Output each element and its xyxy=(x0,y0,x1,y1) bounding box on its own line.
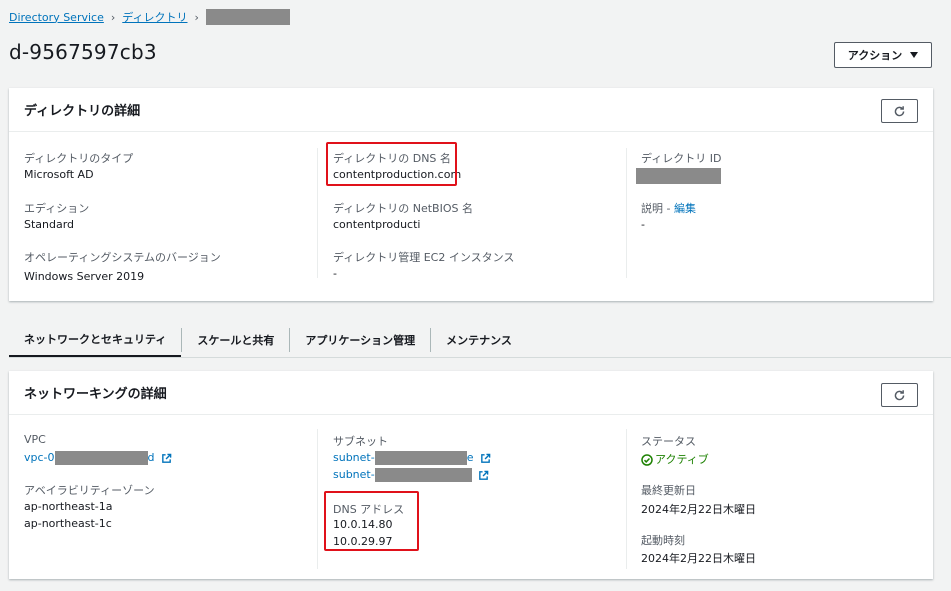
directory-details-header: ディレクトリの詳細 xyxy=(9,88,933,132)
subnet-1-redacted xyxy=(374,451,467,465)
directory-details-title: ディレクトリの詳細 xyxy=(24,104,141,119)
column-divider xyxy=(626,429,627,569)
refresh-icon xyxy=(894,105,905,116)
status-text: アクティブ xyxy=(655,453,709,466)
tab-bar-underline xyxy=(9,357,951,358)
dns-address-1: 10.0.14.80 xyxy=(333,518,393,531)
chevron-right-icon: › xyxy=(110,10,116,24)
subnet-1-suffix[interactable]: e xyxy=(467,451,474,464)
tab-scale-sharing[interactable]: スケールと共有 xyxy=(182,322,289,358)
os-version-label: オペレーティングシステムのバージョン xyxy=(24,251,221,264)
directory-id-redacted xyxy=(636,168,721,184)
edition-value: Standard xyxy=(24,218,75,231)
directory-details-panel: ディレクトリの詳細 ディレクトリのタイプ Microsoft AD エディション… xyxy=(9,88,933,301)
networking-details-panel: ネットワーキングの詳細 VPC vpc-0 d アベイラビリティーゾーン ap-n… xyxy=(9,371,933,579)
directory-type-value: Microsoft AD xyxy=(24,168,94,181)
status-label: ステータス xyxy=(641,435,696,448)
networking-details-title: ネットワーキングの詳細 xyxy=(24,387,167,402)
vpc-label: VPC xyxy=(24,433,46,446)
refresh-icon xyxy=(894,389,905,400)
directory-id-label: ディレクトリ ID xyxy=(641,152,722,165)
subnet-2-redacted xyxy=(374,468,472,482)
launch-time-value: 2024年2月22日木曜日 xyxy=(641,552,756,565)
az-label: アベイラビリティーゾーン xyxy=(24,484,155,497)
external-link-icon[interactable] xyxy=(480,453,491,464)
breadcrumb-directories[interactable]: ディレクトリ xyxy=(122,9,187,25)
refresh-directory-button[interactable] xyxy=(881,99,918,123)
dns-address-2: 10.0.29.97 xyxy=(333,535,393,548)
netbios-value: contentproducti xyxy=(333,218,421,231)
breadcrumb: Directory Service › ディレクトリ › xyxy=(9,9,290,25)
tab-bar: ネットワークとセキュリティ スケールと共有 アプリケーション管理 メンテナンス xyxy=(9,322,527,358)
az-value-2: ap-northeast-1c xyxy=(24,517,112,530)
external-link-icon[interactable] xyxy=(478,470,489,481)
netbios-label: ディレクトリの NetBIOS 名 xyxy=(333,202,473,215)
vpc-id-prefix[interactable]: vpc-0 xyxy=(24,451,55,464)
launch-time-label: 起動時刻 xyxy=(641,534,685,547)
last-updated-label: 最終更新日 xyxy=(641,484,696,497)
column-divider xyxy=(317,148,318,278)
check-circle-icon xyxy=(641,454,653,466)
os-version-value: Windows Server 2019 xyxy=(24,270,145,283)
tab-application-management[interactable]: アプリケーション管理 xyxy=(290,322,430,358)
subnet-link-2[interactable]: subnet- xyxy=(333,468,489,482)
page-title: d-9567597cb3 xyxy=(9,40,157,64)
vpc-id-redacted xyxy=(54,451,148,465)
status-value: アクティブ xyxy=(641,451,709,467)
subnet-2-prefix[interactable]: subnet- xyxy=(333,468,375,481)
caret-down-icon xyxy=(910,52,919,58)
dns-address-label: DNS アドレス xyxy=(333,503,405,516)
edition-label: エディション xyxy=(24,202,90,215)
tab-maintenance[interactable]: メンテナンス xyxy=(431,322,527,358)
directory-type-label: ディレクトリのタイプ xyxy=(24,152,134,165)
dns-name-highlight xyxy=(326,142,457,186)
column-divider xyxy=(626,148,627,278)
subnet-link-1[interactable]: subnet-e xyxy=(333,451,491,465)
last-updated-value: 2024年2月22日木曜日 xyxy=(641,503,756,516)
description-label-text: 説明 - xyxy=(641,202,674,215)
vpc-id-suffix[interactable]: d xyxy=(148,451,155,464)
breadcrumb-directory-service[interactable]: Directory Service xyxy=(9,11,104,24)
actions-dropdown-button[interactable]: アクション xyxy=(834,42,932,68)
column-divider xyxy=(317,429,318,569)
az-value-1: ap-northeast-1a xyxy=(24,500,113,513)
external-link-icon[interactable] xyxy=(161,453,172,464)
subnet-label: サブネット xyxy=(333,435,388,448)
tab-network-security[interactable]: ネットワークとセキュリティ xyxy=(9,322,182,358)
ec2-instance-value: - xyxy=(333,267,337,280)
actions-label: アクション xyxy=(847,50,903,62)
networking-details-header: ネットワーキングの詳細 xyxy=(9,371,933,415)
vpc-link[interactable]: vpc-0 d xyxy=(24,451,172,465)
refresh-network-button[interactable] xyxy=(881,383,918,407)
description-value: - xyxy=(641,218,645,231)
subnet-1-prefix[interactable]: subnet- xyxy=(333,451,375,464)
chevron-right-icon: › xyxy=(194,10,199,24)
breadcrumb-redacted-current xyxy=(205,9,290,25)
description-label: 説明 - 編集 xyxy=(641,200,696,216)
ec2-instance-label: ディレクトリ管理 EC2 インスタンス xyxy=(333,251,515,264)
description-edit-link[interactable]: 編集 xyxy=(674,202,696,215)
